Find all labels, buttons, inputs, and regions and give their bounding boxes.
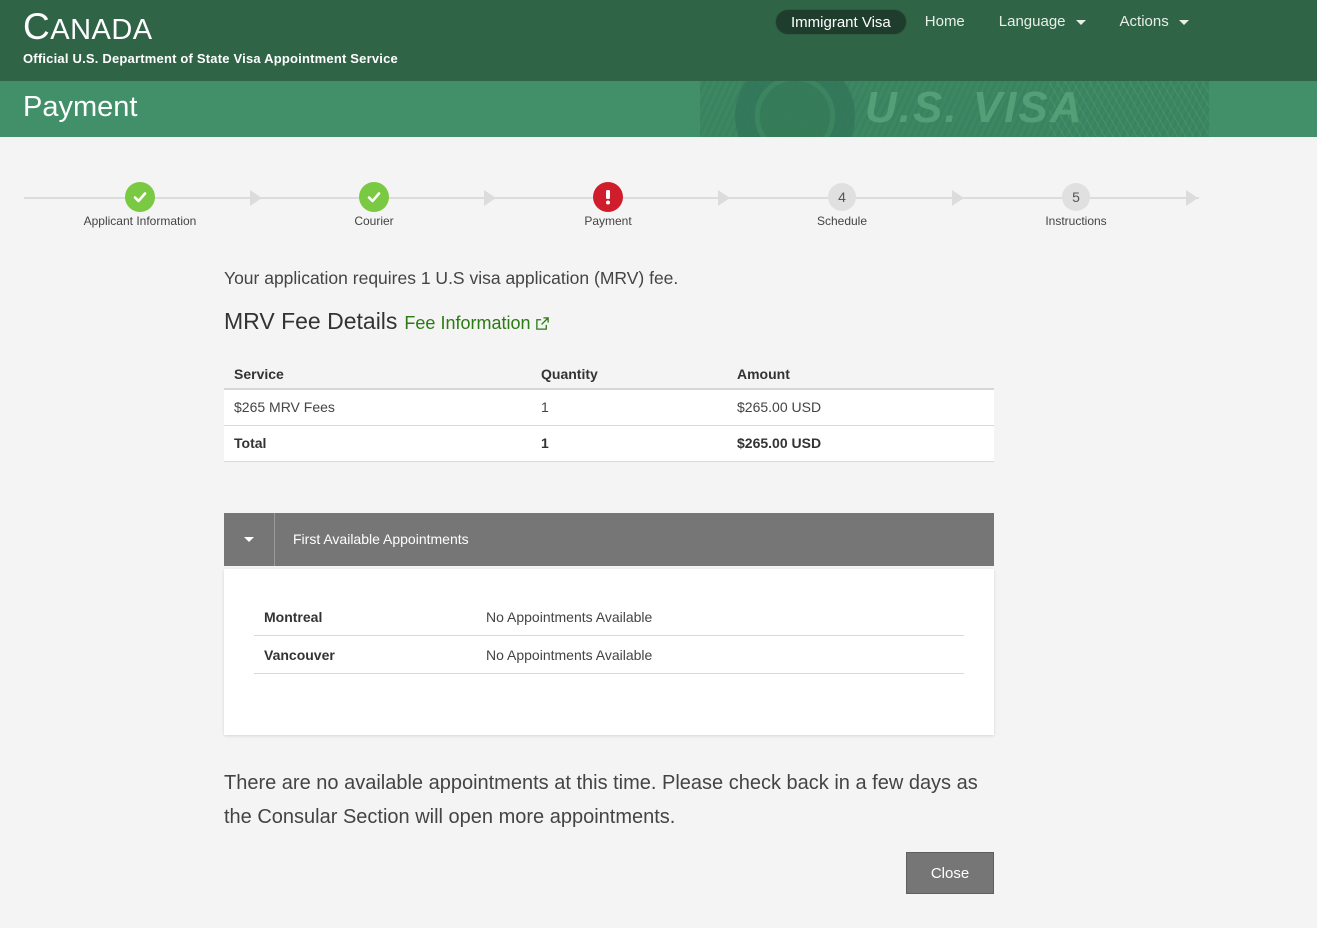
checkmark-icon bbox=[125, 182, 155, 212]
list-item: Montreal No Appointments Available bbox=[254, 598, 964, 636]
fee-information-label: Fee Information bbox=[404, 313, 531, 333]
fee-table: Service Quantity Amount $265 MRV Fees 1 … bbox=[224, 360, 994, 462]
nav-home[interactable]: Home bbox=[925, 9, 965, 35]
fee-details-title: MRV Fee Details bbox=[224, 308, 398, 334]
cell-total-quantity: 1 bbox=[531, 425, 727, 462]
fee-information-link[interactable]: Fee Information bbox=[404, 313, 550, 334]
page-title-band: Payment U.S. VISA bbox=[0, 81, 1317, 137]
caret-down-icon bbox=[244, 537, 254, 542]
site-subtitle: Official U.S. Department of State Visa A… bbox=[23, 51, 398, 66]
appointments-panel-title: First Available Appointments bbox=[293, 531, 469, 547]
cell-quantity: 1 bbox=[531, 389, 727, 426]
step-payment: Payment bbox=[508, 182, 708, 228]
list-item: Vancouver No Appointments Available bbox=[254, 636, 964, 674]
close-button[interactable]: Close bbox=[906, 852, 994, 894]
fee-table-header: Service Quantity Amount bbox=[224, 360, 994, 390]
decorative-lines bbox=[1049, 81, 1209, 137]
step-instructions: 5 Instructions bbox=[976, 182, 1176, 228]
step-label: Courier bbox=[354, 214, 394, 228]
step-label: Payment bbox=[584, 214, 632, 228]
step-arrow-icon bbox=[484, 190, 496, 206]
appointment-city: Vancouver bbox=[264, 646, 335, 663]
column-header-service: Service bbox=[224, 360, 531, 390]
site-title-rest: ANADA bbox=[50, 14, 153, 46]
step-label: Instructions bbox=[1045, 214, 1107, 228]
nav-actions-dropdown[interactable]: Actions bbox=[1120, 9, 1189, 35]
step-courier: Courier bbox=[274, 182, 474, 228]
step-arrow-icon bbox=[1186, 190, 1198, 206]
step-arrow-icon bbox=[250, 190, 262, 206]
step-label: Applicant Information bbox=[83, 214, 197, 228]
appointment-status: No Appointments Available bbox=[486, 646, 653, 663]
step-arrow-icon bbox=[952, 190, 964, 206]
step-number: 5 bbox=[1062, 183, 1090, 211]
seal-graphic bbox=[720, 81, 870, 137]
table-row-total: Total 1 $265.00 USD bbox=[224, 425, 994, 462]
checkmark-icon bbox=[359, 182, 389, 212]
no-appointments-notice: There are no available appointments at t… bbox=[224, 772, 978, 828]
step-arrow-icon bbox=[718, 190, 730, 206]
cell-total-amount: $265.00 USD bbox=[727, 425, 994, 462]
cell-amount: $265.00 USD bbox=[727, 389, 994, 426]
caret-down-icon bbox=[1075, 19, 1086, 25]
column-header-amount: Amount bbox=[727, 360, 994, 390]
progress-steps: Applicant Information Courier Payment 4 … bbox=[24, 182, 1199, 232]
step-applicant-information: Applicant Information bbox=[40, 182, 240, 228]
column-header-quantity: Quantity bbox=[531, 360, 727, 390]
appointment-city: Montreal bbox=[264, 608, 323, 625]
nav-immigrant-visa[interactable]: Immigrant Visa bbox=[775, 9, 907, 35]
nav-actions-label: Actions bbox=[1119, 13, 1169, 30]
cell-service: $265 MRV Fees bbox=[224, 389, 531, 426]
nav-language-dropdown[interactable]: Language bbox=[999, 9, 1086, 35]
site-title-initial: C bbox=[23, 6, 51, 47]
nav-home-label: Home bbox=[924, 13, 965, 30]
appointment-status: No Appointments Available bbox=[486, 608, 653, 625]
collapse-toggle[interactable] bbox=[224, 513, 275, 566]
main-nav: Immigrant Visa Home Language Actions bbox=[775, 9, 1189, 35]
step-label: Schedule bbox=[816, 214, 868, 228]
table-row: $265 MRV Fees 1 $265.00 USD bbox=[224, 389, 994, 426]
cell-total-label: Total bbox=[224, 425, 531, 462]
fee-requirement-text: Your application requires 1 U.S visa app… bbox=[224, 268, 679, 288]
page-title: Payment bbox=[23, 91, 138, 123]
step-schedule: 4 Schedule bbox=[742, 182, 942, 228]
first-available-appointments-header[interactable]: First Available Appointments bbox=[224, 513, 994, 566]
nav-language-label: Language bbox=[998, 13, 1066, 30]
visa-banner-image: U.S. VISA bbox=[700, 81, 1209, 137]
fee-details-heading: MRV Fee Details Fee Information bbox=[224, 308, 550, 335]
step-number: 4 bbox=[828, 183, 856, 211]
top-header: CANADA Official U.S. Department of State… bbox=[0, 0, 1317, 81]
site-title[interactable]: CANADA bbox=[23, 6, 153, 48]
external-link-icon bbox=[536, 317, 550, 330]
exclamation-icon bbox=[593, 182, 623, 212]
caret-down-icon bbox=[1178, 19, 1189, 25]
appointments-panel-body: Montreal No Appointments Available Vanco… bbox=[224, 569, 994, 735]
